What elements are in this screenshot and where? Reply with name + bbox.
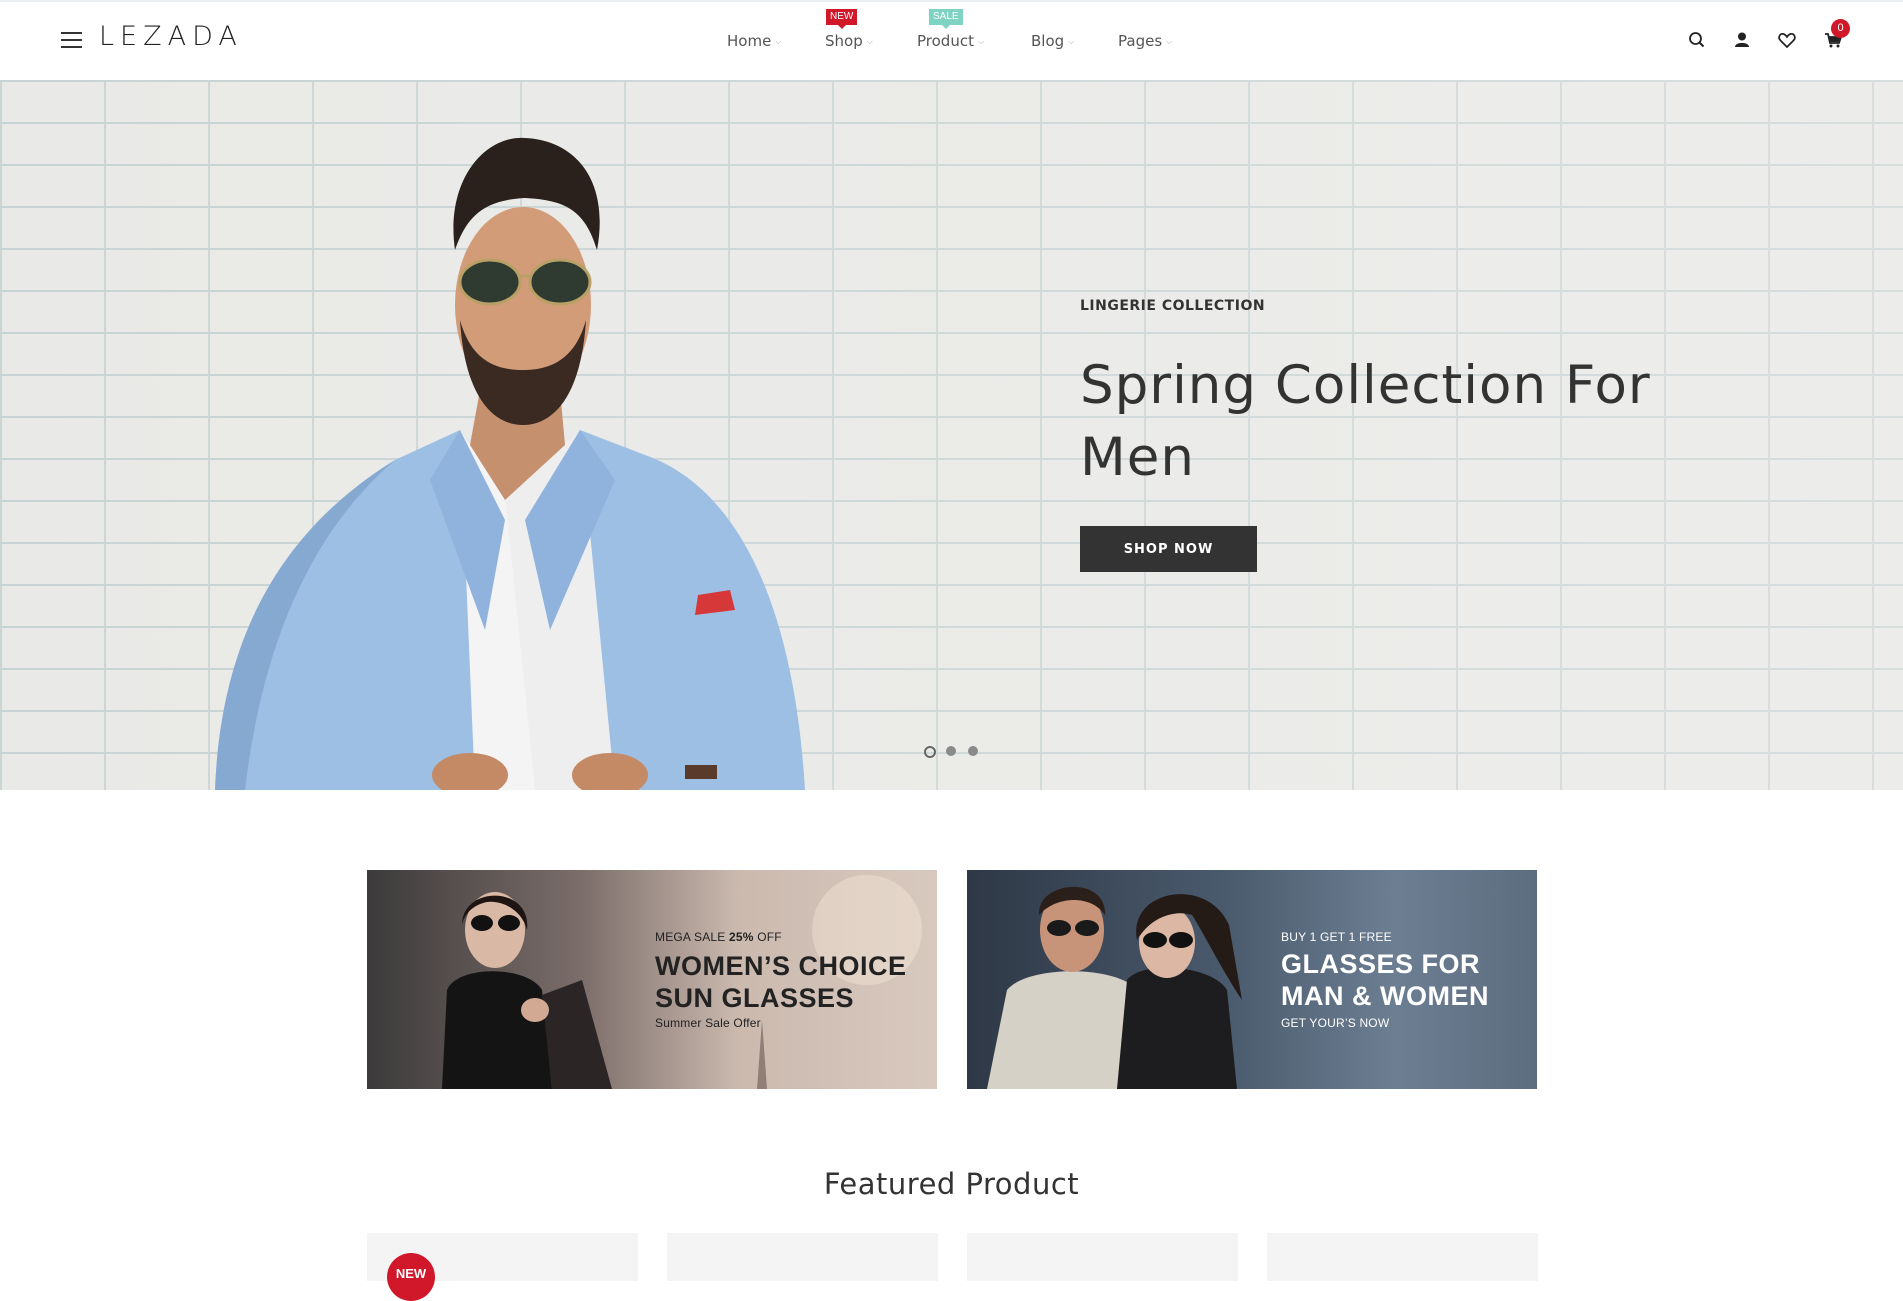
search-icon[interactable] <box>1686 29 1708 51</box>
nav-product-badge: SALE <box>929 9 963 29</box>
nav-product[interactable]: Product ⌵ <box>917 32 984 50</box>
product-card[interactable] <box>1267 1233 1538 1281</box>
site-header: LEZADA Home ⌵ Shop ⌵ Product ⌵ Blog ⌵ Pages ⌵… <box>0 0 1903 80</box>
banner-1-subtext: Summer Sale Offer <box>655 1016 761 1030</box>
shop-now-button[interactable]: SHOP NOW <box>1080 526 1257 572</box>
promo-banner-womens-sunglasses[interactable]: MEGA SALE 25% OFF WOMEN’S CHOICE SUN GLA… <box>367 870 937 1089</box>
hero-subtitle: LINGERIE COLLECTION <box>1080 298 1266 314</box>
nav-home-label: Home <box>727 32 772 50</box>
user-icon[interactable] <box>1731 29 1753 51</box>
banner-2-heading-1: GLASSES FOR <box>1281 949 1481 979</box>
banner-1-heading-2: SUN GLASSES <box>655 983 855 1013</box>
nav-pages-label: Pages <box>1118 32 1163 50</box>
banner-2-subtext: GET YOUR’S NOW <box>1281 1016 1390 1030</box>
product-card[interactable] <box>667 1233 938 1281</box>
promo-banner-glasses-couple[interactable]: BUY 1 GET 1 FREE GLASSES FOR MAN & WOMEN… <box>967 870 1537 1089</box>
banner-1-sale-line: MEGA SALE 25% OFF <box>655 930 782 944</box>
hero-slider: LINGERIE COLLECTION Spring Collection Fo… <box>0 80 1903 790</box>
nav-blog[interactable]: Blog ⌵ <box>1031 32 1074 50</box>
nav-shop-badge-text: NEW <box>830 11 854 22</box>
heart-icon[interactable] <box>1776 29 1798 51</box>
nav-blog-label: Blog <box>1031 32 1065 50</box>
nav-shop-label: Shop <box>825 32 863 50</box>
nav-shop[interactable]: Shop ⌵ <box>825 32 873 50</box>
slider-dot-3[interactable] <box>968 746 978 756</box>
banner-1-sale-prefix: MEGA SALE <box>655 930 726 944</box>
nav-home[interactable]: Home ⌵ <box>727 32 781 50</box>
nav-product-label: Product <box>917 32 974 50</box>
menu-icon[interactable] <box>61 32 82 48</box>
banner-1-sale-value: 25% <box>729 930 754 944</box>
banner-1-sale-suffix: OFF <box>757 930 782 944</box>
cart-count-badge: 0 <box>1831 19 1850 38</box>
nav-pages[interactable]: Pages ⌵ <box>1118 32 1172 50</box>
product-card[interactable]: NEW <box>367 1233 638 1301</box>
slider-dot-2[interactable] <box>946 746 956 756</box>
chevron-down-icon: ⌵ <box>866 37 873 46</box>
nav-shop-badge: NEW <box>826 9 858 29</box>
featured-product-title: Featured Product <box>823 1167 1080 1201</box>
chevron-down-icon: ⌵ <box>1068 37 1075 46</box>
banner-2-offer-line: BUY 1 GET 1 FREE <box>1281 930 1392 944</box>
new-badge: NEW <box>387 1253 435 1301</box>
chevron-down-icon: ⌵ <box>977 37 985 46</box>
slider-dot-1[interactable] <box>924 746 936 758</box>
site-logo[interactable]: LEZADA <box>99 21 243 52</box>
product-card[interactable] <box>967 1233 1238 1281</box>
nav-product-badge-text: SALE <box>933 11 959 22</box>
chevron-down-icon: ⌵ <box>775 37 782 46</box>
hero-model-image <box>215 137 805 790</box>
chevron-down-icon: ⌵ <box>1166 37 1173 46</box>
banner-1-heading-1: WOMEN’S CHOICE <box>655 951 907 981</box>
banner-2-heading-2: MAN & WOMEN <box>1281 981 1489 1011</box>
hero-title: Spring Collection For Men <box>1080 355 1651 488</box>
